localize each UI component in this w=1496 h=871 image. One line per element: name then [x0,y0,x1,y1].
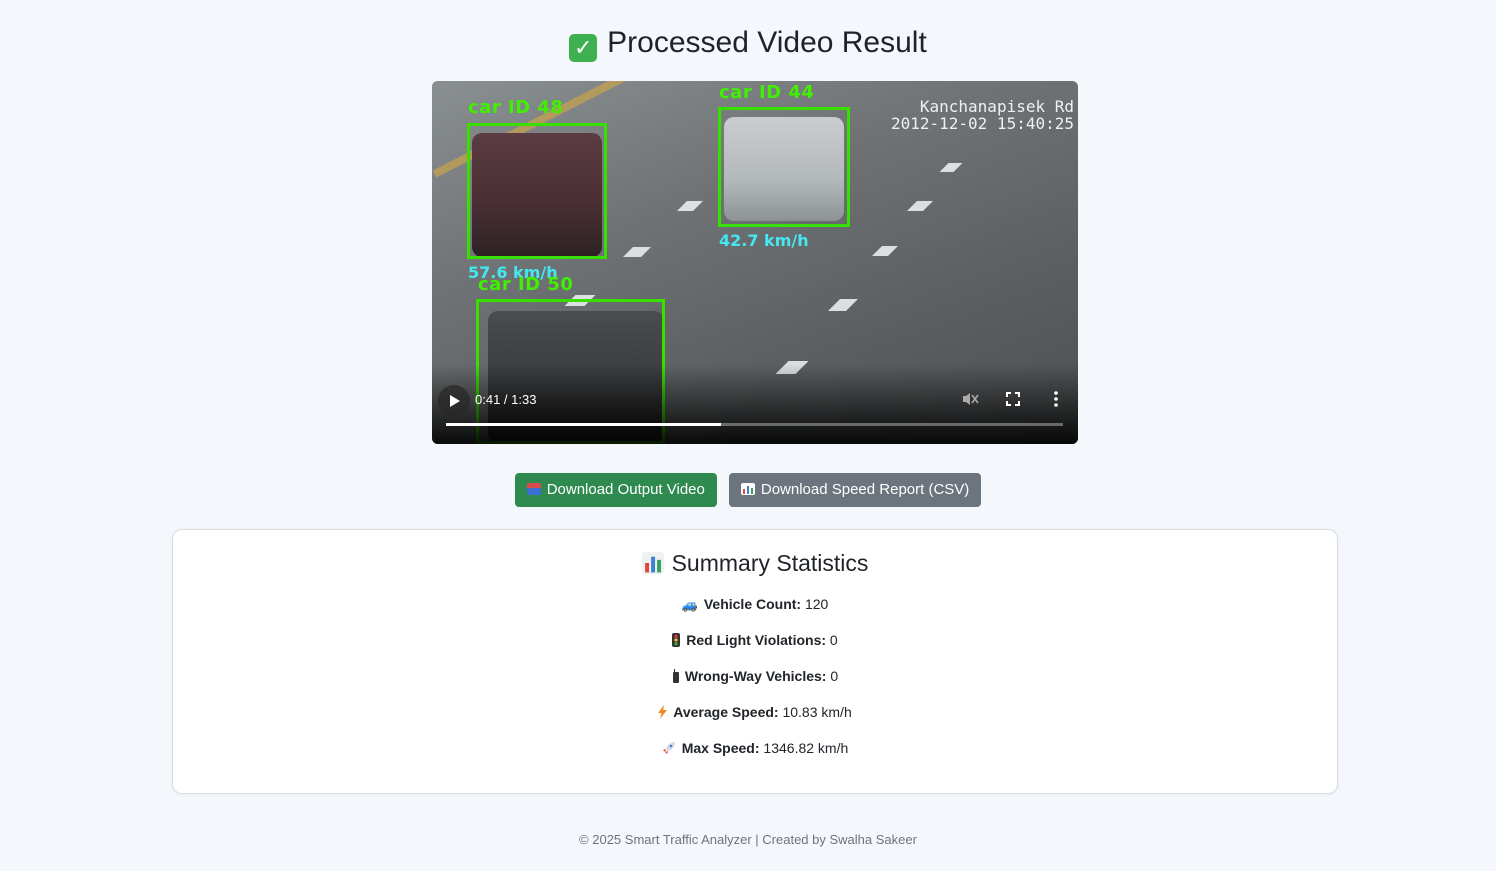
stat-value: 120 [804,596,829,612]
stat-value: 0 [829,632,838,648]
lightning-icon [658,705,668,720]
download-video-button[interactable]: Download Output Video [514,473,717,507]
stat-label: Vehicle Count: [703,596,802,612]
play-button[interactable] [438,385,470,417]
bar-chart-icon [641,552,664,574]
overlay-location: Kanchanapisek Rd [919,97,1074,116]
lane-mark [907,201,933,211]
fullscreen-icon[interactable] [1003,389,1023,409]
summary-title: Summary Statistics [173,550,1337,577]
stat-label: Wrong-Way Vehicles: [684,668,827,684]
detection-box [718,107,850,227]
page-title-text: Processed Video Result [607,26,927,59]
download-actions: Download Output Video Download Speed Rep… [0,473,1496,507]
detection-label: car ID 50 [478,274,574,295]
download-csv-button[interactable]: Download Speed Report (CSV) [728,473,982,507]
rocket-icon [662,741,676,756]
car-icon: 🚙 [681,597,698,612]
walkie-talkie-icon [672,669,679,684]
stat-max-speed: Max Speed: 1346.82 km/h [173,740,1337,756]
stat-label: Average Speed: [673,704,779,720]
lane-mark [872,246,898,256]
stat-wrong-way-vehicles: Wrong-Way Vehicles: 0 [173,668,1337,684]
check-mark-box-icon: ✓ [569,34,598,62]
download-csv-label: Download Speed Report (CSV) [760,481,970,498]
download-video-label: Download Output Video [546,481,705,498]
page-title: ✓ Processed Video Result [0,22,1496,64]
footer-text: © 2025 Smart Traffic Analyzer | Created … [579,832,917,847]
more-options-icon[interactable] [1046,389,1066,409]
detection-label: car ID 44 [719,82,815,103]
summary-title-text: Summary Statistics [671,550,869,576]
stat-label: Max Speed: [681,740,760,756]
muted-volume-icon[interactable] [960,389,980,409]
traffic-light-icon [672,633,681,648]
lane-mark [828,299,858,311]
stat-average-speed: Average Speed: 10.83 km/h [173,704,1337,720]
stat-vehicle-count: 🚙 Vehicle Count: 120 [173,596,1337,613]
stat-value: 10.83 km/h [782,704,852,720]
inbox-tray-icon [526,483,541,495]
detection-label: car ID 48 [468,97,564,118]
stat-value: 0 [830,668,839,684]
detection-box [467,123,607,259]
stat-label: Red Light Violations: [686,632,827,648]
detection-speed: 42.7 km/h [719,231,809,250]
lane-mark [939,163,963,172]
stat-red-light-violations: Red Light Violations: 0 [173,632,1337,648]
video-overlay-caption: Kanchanapisek Rd 2012-12-02 15:40:25 [891,98,1074,132]
stat-value: 1346.82 km/h [763,740,849,756]
video-progress-fill [446,423,721,426]
lane-mark [623,247,651,257]
overlay-timestamp: 2012-12-02 15:40:25 [890,114,1074,133]
lane-mark [677,201,703,211]
bar-chart-icon [740,483,755,495]
summary-card: Summary Statistics 🚙 Vehicle Count: 120 R… [172,529,1338,794]
video-progress-bar[interactable] [446,423,1063,426]
video-player[interactable]: car ID 48 57.6 km/h car ID 44 42.7 km/h … [432,81,1078,444]
video-time-display: 0:41 / 1:33 [475,392,537,407]
